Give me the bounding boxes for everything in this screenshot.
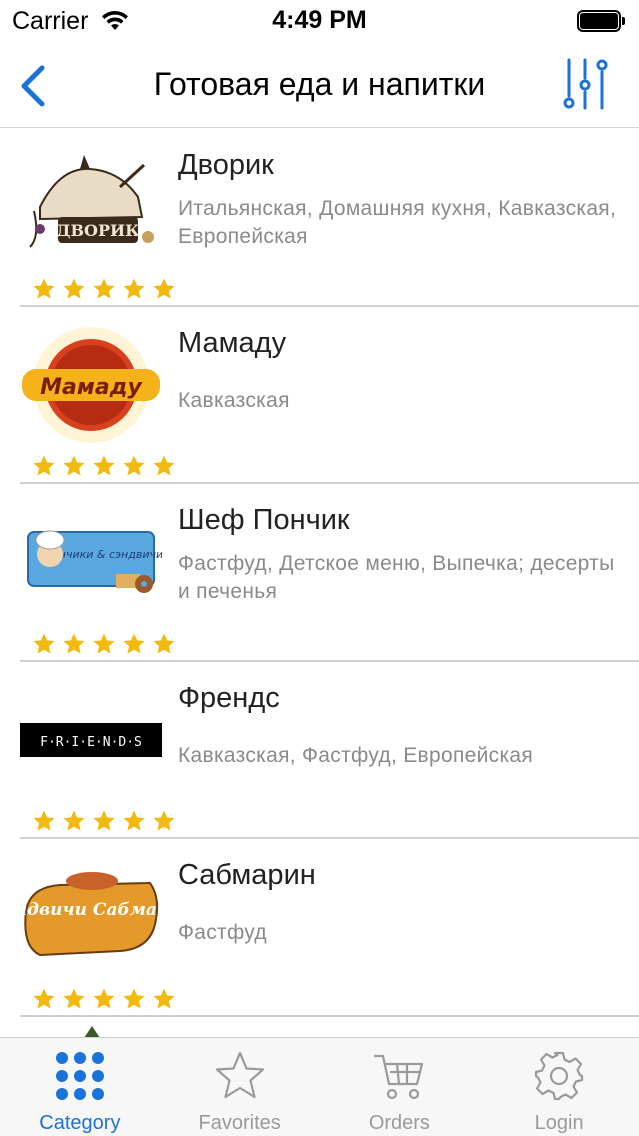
star-icon xyxy=(123,455,145,476)
tab-bar: Category Favorites Orders Login xyxy=(0,1037,639,1136)
submarine-logo-text: Сендвичи Сабмарин xyxy=(20,900,162,920)
friends-logo-text: F·R·I·E·N·D·S xyxy=(40,735,142,750)
tab-label: Favorites xyxy=(198,1112,281,1134)
navigation-bar: Готовая еда и напитки xyxy=(0,44,639,128)
restaurant-name: Френдс xyxy=(178,681,280,714)
tab-favorites[interactable]: Favorites xyxy=(160,1038,320,1136)
cart-icon xyxy=(374,1054,424,1100)
star-outline-icon xyxy=(215,1051,264,1099)
rating-stars xyxy=(32,809,176,833)
friends-logo: F·R·I·E·N·D·S xyxy=(20,722,162,757)
restaurant-item-dvorik[interactable]: ДВОРИК Дворик Итальянская, Домашняя кухн… xyxy=(0,129,639,307)
restaurant-item-submarine[interactable]: Сендвичи Сабмарин Сабмарин Фастфуд xyxy=(0,839,639,1017)
restaurant-name: Шеф Пончик xyxy=(178,504,350,536)
page-title: Готовая еда и напитки xyxy=(153,66,486,102)
status-bar: Carrier 4:49 PM xyxy=(0,0,639,44)
star-icon xyxy=(93,810,115,831)
star-icon xyxy=(93,455,115,476)
submarine-logo: Сендвичи Сабмарин xyxy=(20,872,162,957)
star-icon xyxy=(33,455,55,476)
partial-list-item-logo xyxy=(84,1026,100,1038)
star-icon xyxy=(93,988,115,1008)
rating-stars xyxy=(32,454,176,478)
star-icon xyxy=(63,633,85,653)
restaurant-name: Сабмарин xyxy=(178,859,316,891)
star-icon xyxy=(123,278,145,298)
grid-icon xyxy=(55,1052,104,1100)
back-chevron-icon[interactable] xyxy=(14,62,50,110)
filter-sliders-icon[interactable] xyxy=(561,56,611,112)
restaurant-list: ДВОРИК Дворик Итальянская, Домашняя кухн… xyxy=(0,129,639,1017)
dvorik-logo: ДВОРИК xyxy=(29,155,154,248)
tab-category[interactable]: Category xyxy=(0,1038,160,1136)
star-icon xyxy=(153,278,175,298)
restaurant-name: Мамаду xyxy=(178,326,287,359)
star-icon xyxy=(33,988,55,1008)
shef-ponchik-logo: пончики & сэндвичи xyxy=(27,530,162,593)
restaurant-cuisine: Фастфуд, Детское меню, Выпечка; десерты … xyxy=(178,552,615,603)
star-icon xyxy=(123,810,145,831)
rating-stars xyxy=(32,277,176,301)
star-icon xyxy=(153,810,175,831)
tab-orders[interactable]: Orders xyxy=(320,1038,480,1136)
star-icon xyxy=(63,988,85,1008)
star-icon xyxy=(63,278,85,298)
battery-icon xyxy=(577,10,625,32)
star-icon xyxy=(33,633,55,653)
star-icon xyxy=(93,278,115,298)
restaurant-cuisine: Фастфуд xyxy=(178,921,267,944)
restaurant-name: Дворик xyxy=(178,149,274,181)
rating-stars xyxy=(32,632,176,656)
star-icon xyxy=(153,455,175,476)
star-icon xyxy=(123,988,145,1008)
status-time: 4:49 PM xyxy=(272,6,367,34)
star-icon xyxy=(153,633,175,653)
gear-icon xyxy=(535,1051,584,1101)
star-icon xyxy=(123,633,145,653)
app-screen: Carrier 4:49 PM Готовая еда и напитки ДВ… xyxy=(0,0,639,1136)
star-icon xyxy=(63,455,85,476)
tab-label: Login xyxy=(534,1112,584,1134)
star-icon xyxy=(93,633,115,653)
restaurant-cuisine: Итальянская, Домашняя кухня, Кавказская,… xyxy=(178,197,617,248)
tab-label: Orders xyxy=(368,1112,430,1134)
restaurant-cuisine: Кавказская xyxy=(178,388,290,412)
star-icon xyxy=(153,988,175,1008)
mamadu-logo-text: Мамаду xyxy=(40,375,143,400)
star-icon xyxy=(33,810,55,831)
restaurant-item-mamadu[interactable]: Мамаду Мамаду Кавказская xyxy=(0,307,639,484)
mamadu-logo: Мамаду xyxy=(22,326,160,443)
restaurant-cuisine: Кавказская, Фастфуд, Европейская xyxy=(178,743,534,767)
restaurant-item-shef-ponchik[interactable]: пончики & сэндвичи Шеф Пончик Фастфуд, Д… xyxy=(0,484,639,662)
dvorik-logo-text: ДВОРИК xyxy=(56,221,140,240)
restaurant-item-friends[interactable]: F·R·I·E·N·D·S Френдс Кавказская, Фастфуд… xyxy=(0,662,639,839)
tab-label: Category xyxy=(39,1112,121,1134)
rating-stars xyxy=(32,987,176,1011)
star-icon xyxy=(63,810,85,831)
tab-login[interactable]: Login xyxy=(479,1038,639,1136)
star-icon xyxy=(33,278,55,298)
